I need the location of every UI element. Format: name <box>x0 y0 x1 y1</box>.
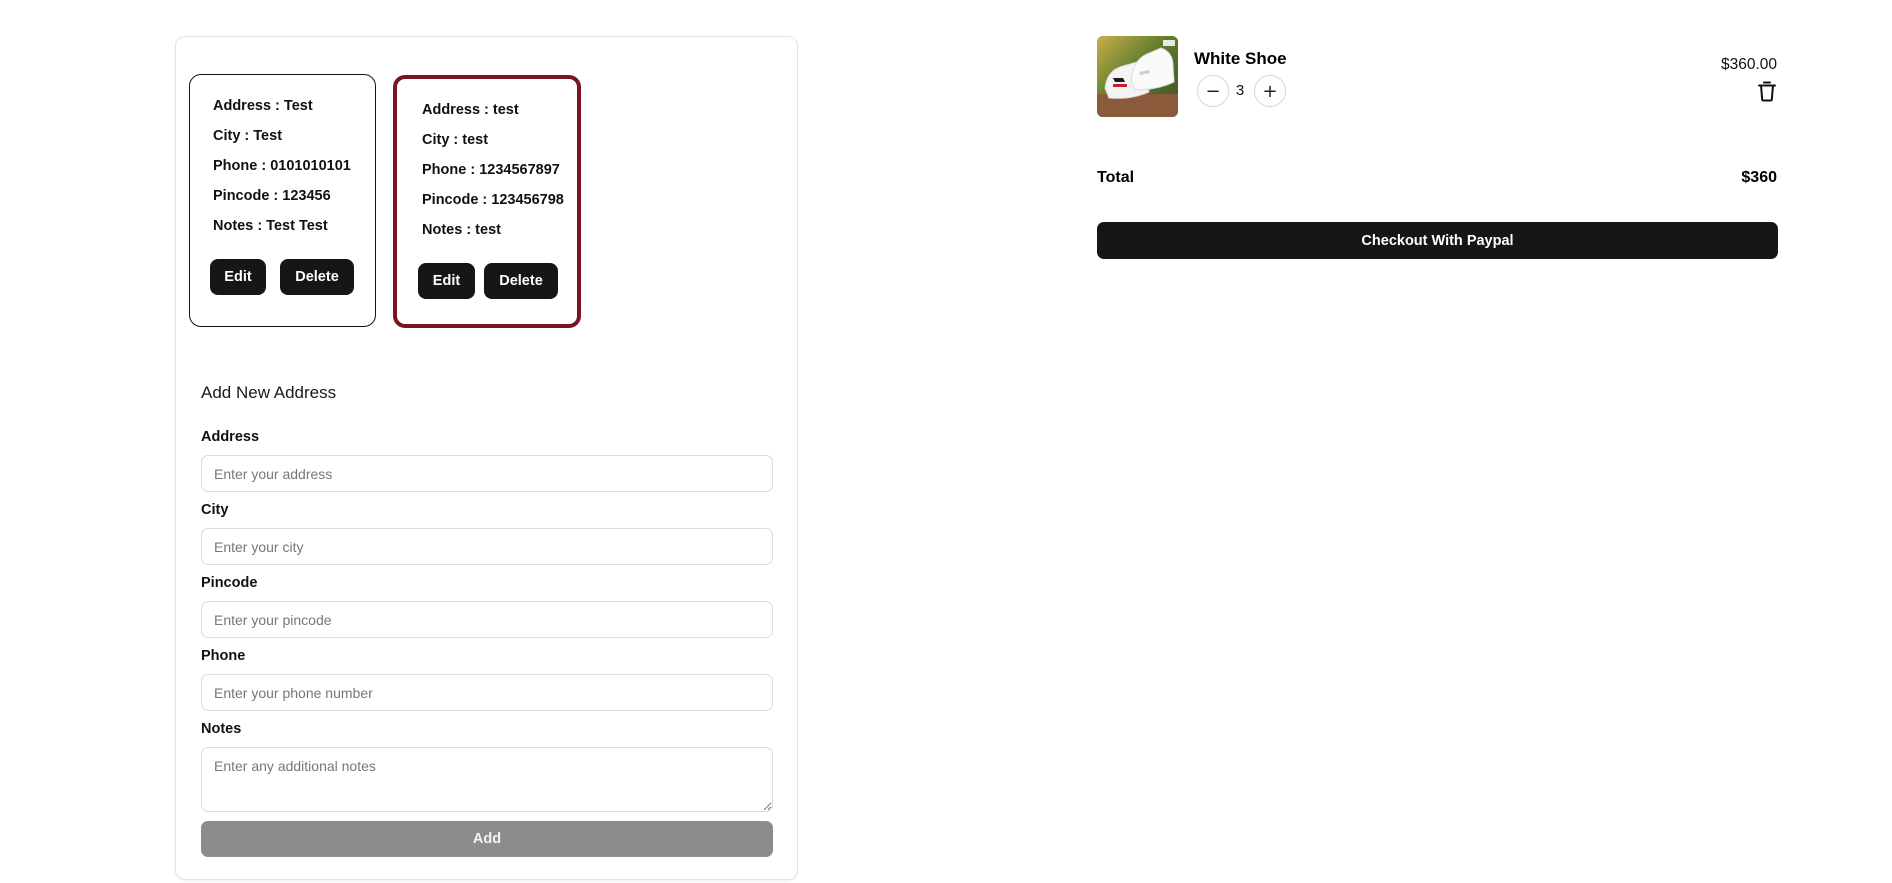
increase-quantity-button[interactable]: + <box>1254 75 1286 107</box>
total-label: Total <box>1097 169 1135 186</box>
edit-address-button[interactable]: Edit <box>210 259 266 295</box>
product-name: White Shoe <box>1194 49 1287 68</box>
notes-line: Notes : Test Test <box>213 218 328 234</box>
notes-line: Notes : test <box>422 222 501 238</box>
address-line: Address : Test <box>213 98 313 114</box>
pincode-input[interactable] <box>201 601 773 638</box>
checkout-paypal-button[interactable]: Checkout With Paypal <box>1097 222 1778 259</box>
city-input[interactable] <box>201 528 773 565</box>
notes-label: Notes <box>201 721 242 737</box>
add-address-button[interactable]: Add <box>201 821 773 857</box>
decrease-quantity-button[interactable]: − <box>1197 75 1229 107</box>
address-input[interactable] <box>201 455 773 492</box>
city-label: City <box>201 502 229 518</box>
total-value: $360 <box>1741 169 1777 186</box>
address-card-selected[interactable]: Address : test City : test Phone : 12345… <box>393 75 581 328</box>
quantity-value: 3 <box>1235 82 1245 99</box>
minus-icon: − <box>1205 80 1221 102</box>
phone-line: Phone : 1234567897 <box>422 162 560 178</box>
pincode-line: Pincode : 123456 <box>213 188 331 204</box>
edit-address-button[interactable]: Edit <box>418 263 475 299</box>
city-line: City : test <box>422 132 489 148</box>
delete-address-button[interactable]: Delete <box>484 263 558 299</box>
phone-label: Phone <box>201 648 246 664</box>
notes-textarea[interactable] <box>201 747 773 812</box>
phone-line: Phone : 0101010101 <box>213 158 351 174</box>
pincode-line: Pincode : 123456798 <box>422 192 564 208</box>
white-shoe-image <box>1097 36 1178 117</box>
checkout-address-panel: Address : Test City : Test Phone : 01010… <box>175 36 798 880</box>
address-line: Address : test <box>422 102 519 118</box>
phone-input[interactable] <box>201 674 773 711</box>
address-card[interactable]: Address : Test City : Test Phone : 01010… <box>189 74 376 327</box>
trash-icon[interactable] <box>1757 80 1777 102</box>
plus-icon: + <box>1262 80 1278 102</box>
product-thumbnail <box>1097 36 1178 117</box>
delete-address-button[interactable]: Delete <box>280 259 354 295</box>
address-label: Address <box>201 429 260 445</box>
product-price: $360.00 <box>1720 56 1777 73</box>
add-address-title: Add New Address <box>201 383 337 402</box>
pincode-label: Pincode <box>201 575 258 591</box>
city-line: City : Test <box>213 128 283 144</box>
